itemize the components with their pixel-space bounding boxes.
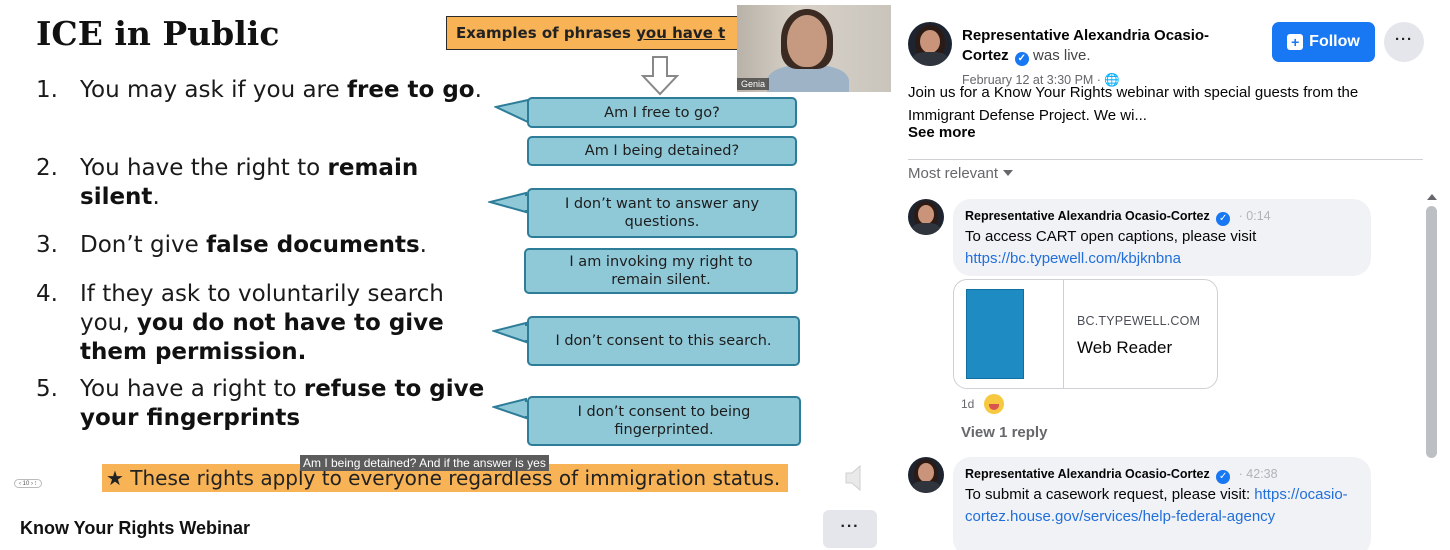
avatar[interactable]: [908, 22, 952, 66]
haha-reaction-icon[interactable]: [984, 394, 1005, 414]
scroll-up-icon[interactable]: [1427, 194, 1437, 200]
list-number: 5.: [36, 376, 58, 402]
comment-meta: 1d: [961, 394, 1005, 414]
link-preview-card[interactable]: BC.TYPEWELL.COM Web Reader: [953, 279, 1218, 389]
verified-badge-icon: ✓: [1216, 470, 1231, 484]
follow-icon: +: [1287, 34, 1304, 50]
divider: [908, 159, 1423, 160]
comment-sort-dropdown[interactable]: Most relevant: [908, 165, 1014, 182]
see-more-link[interactable]: See more: [908, 124, 976, 141]
closed-caption: Am I being detained? And if the answer i…: [300, 455, 549, 471]
down-arrow-icon: [640, 56, 680, 96]
avatar[interactable]: [908, 457, 944, 493]
comments-scrollbar[interactable]: [1423, 188, 1441, 550]
post-description: Join us for a Know Your Rights webinar w…: [908, 84, 1359, 124]
video-player[interactable]: ICE in Public 1. You may ask if you are …: [0, 0, 895, 500]
rights-text: You have a right to refuse to give your …: [80, 376, 485, 431]
phrase-bubble: Am I being detained?: [527, 136, 797, 166]
link-domain: BC.TYPEWELL.COM: [1077, 314, 1201, 328]
phrase-bubble: I don’t consent to being fingerprinted.: [527, 396, 801, 446]
callout-tail: [494, 98, 529, 124]
chevron-down-icon: [1003, 170, 1014, 176]
rights-text: Don’t give false documents.: [80, 232, 427, 258]
callout-tail: [492, 397, 527, 420]
video-title: Know Your Rights Webinar: [20, 518, 251, 538]
rights-list-item: 4. If they ask to voluntarily search you…: [36, 280, 486, 367]
phrase-bubble: Am I free to go?: [527, 97, 797, 128]
comment-age[interactable]: 1d: [961, 397, 974, 411]
callout-tail: [492, 321, 527, 344]
poster-name[interactable]: Representative Alexandria Ocasio-Cortez …: [962, 26, 1252, 66]
list-number: 4.: [36, 281, 58, 307]
comment-text: To submit a casework request, please vis…: [965, 486, 1348, 525]
callout-tail: [488, 191, 527, 214]
presenter-webcam: Genia: [737, 5, 891, 92]
comment-author[interactable]: Representative Alexandria Ocasio-Cortez: [965, 467, 1210, 481]
post-panel: Representative Alexandria Ocasio-Cortez …: [896, 0, 1450, 550]
presenter-name-tag: Genia: [737, 78, 770, 90]
comment-link[interactable]: https://bc.typewell.com/kbjknbna: [965, 250, 1181, 267]
avatar[interactable]: [908, 199, 944, 235]
post-more-button[interactable]: ···: [1384, 22, 1424, 62]
slide-pager[interactable]: ‹ 10 › ⁝: [14, 479, 42, 488]
rights-list-item: 2. You have the right to remain silent.: [36, 154, 486, 212]
link-thumbnail: [966, 289, 1024, 379]
facebook-live-video-viewer: ICE in Public 1. You may ask if you are …: [0, 0, 1450, 550]
list-number: 1.: [36, 77, 58, 103]
comment: Representative Alexandria Ocasio-Cortez …: [953, 457, 1371, 550]
video-more-button[interactable]: ···: [823, 510, 877, 548]
list-number: 2.: [36, 155, 58, 181]
comment-timestamp[interactable]: · 42:38: [1239, 467, 1278, 481]
list-number: 3.: [36, 232, 58, 258]
live-status: was live.: [1033, 47, 1091, 64]
rights-text: You have the right to remain silent.: [80, 155, 419, 210]
follow-button[interactable]: + Follow: [1272, 22, 1375, 62]
comment: Representative Alexandria Ocasio-Cortez …: [953, 199, 1371, 276]
scroll-thumb[interactable]: [1426, 206, 1437, 458]
phrase-bubble: I don’t want to answer any questions.: [527, 188, 797, 238]
rights-list-item: 3. Don’t give false documents.: [36, 231, 486, 260]
verified-badge-icon: ✓: [1216, 212, 1231, 226]
comment-timestamp[interactable]: · 0:14: [1239, 209, 1271, 223]
view-replies-link[interactable]: View 1 reply: [961, 424, 1047, 441]
verified-badge-icon: ✓: [1014, 52, 1029, 66]
comment-author[interactable]: Representative Alexandria Ocasio-Cortez: [965, 209, 1210, 223]
link-title: Web Reader: [1077, 338, 1173, 357]
rights-list-item: 1. You may ask if you are free to go.: [36, 76, 486, 105]
slide-title: ICE in Public: [36, 14, 280, 53]
rights-list-item: 5. You have a right to refuse to give yo…: [36, 375, 486, 433]
rights-text: You may ask if you are free to go.: [80, 77, 482, 103]
examples-banner: Examples of phrases you have t: [446, 16, 746, 50]
phrase-bubble: I am invoking my right to remain silent.: [524, 248, 798, 294]
comment-text: To access CART open captions, please vis…: [965, 228, 1257, 267]
speaker-icon[interactable]: [844, 463, 866, 493]
rights-text: If they ask to voluntarily search you, y…: [80, 281, 444, 365]
phrase-bubble: I don’t consent to this search.: [527, 316, 800, 366]
